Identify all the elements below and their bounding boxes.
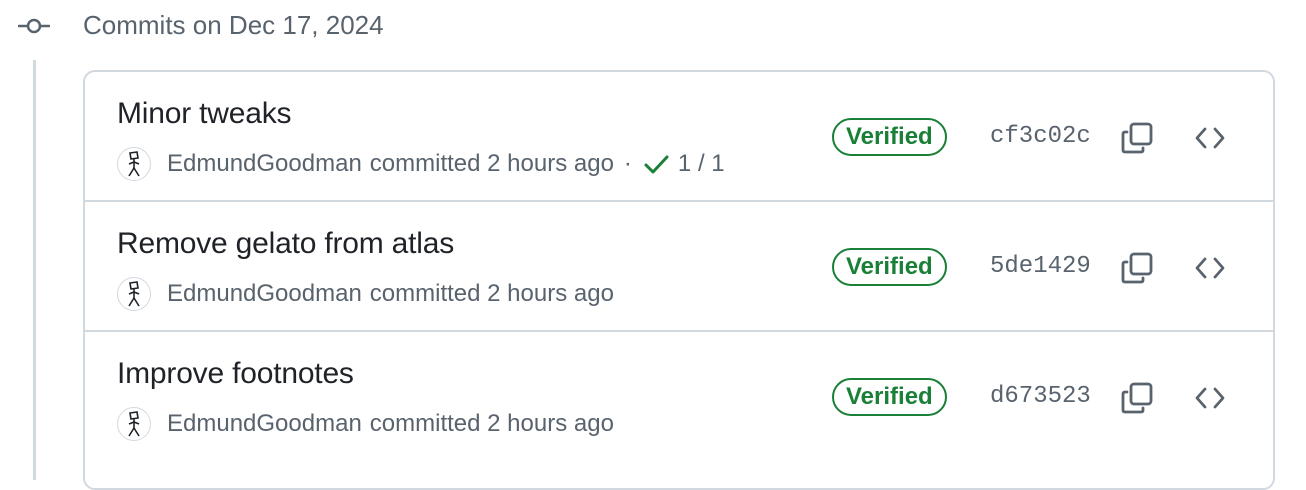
copy-icon (1121, 252, 1153, 284)
browse-repo-button[interactable] (1188, 376, 1232, 420)
copy-sha-button[interactable] (1115, 376, 1159, 420)
code-icon (1195, 127, 1225, 149)
code-icon (1195, 257, 1225, 279)
stick-figure-avatar-icon (128, 151, 140, 177)
copy-sha-button[interactable] (1115, 116, 1159, 160)
commit-row: Improve footnotes EdmundGoodman committe… (85, 332, 1273, 462)
avatar[interactable] (117, 147, 151, 181)
commit-meta: EdmundGoodman committed 2 hours ago · 1 … (117, 146, 725, 182)
commit-time: committed 2 hours ago (369, 410, 614, 437)
commit-list: Minor tweaks EdmundGoodman committed 2 h… (83, 70, 1275, 490)
commit-sha-link[interactable]: cf3c02c (990, 120, 1091, 154)
avatar[interactable] (117, 407, 151, 441)
meta-separator: · (623, 150, 632, 177)
commit-group-date: Commits on Dec 17, 2024 (83, 10, 384, 40)
commit-group-header: Commits on Dec 17, 2024 (0, 0, 1306, 52)
commit-title-link[interactable]: Remove gelato from atlas (117, 226, 454, 262)
commit-meta: EdmundGoodman committed 2 hours ago (117, 276, 614, 312)
commit-author-link[interactable]: EdmundGoodman (167, 410, 362, 438)
commit-author-link[interactable]: EdmundGoodman (167, 150, 362, 178)
commit-sha-link[interactable]: d673523 (990, 380, 1091, 414)
browse-repo-button[interactable] (1188, 116, 1232, 160)
checks-status[interactable]: 1 / 1 (678, 150, 725, 178)
verified-badge[interactable]: Verified (832, 378, 947, 416)
git-commit-icon (17, 14, 51, 38)
browse-repo-button[interactable] (1188, 246, 1232, 290)
commit-row: Remove gelato from atlas EdmundGoodman c… (85, 202, 1273, 332)
copy-icon (1121, 382, 1153, 414)
commit-row: Minor tweaks EdmundGoodman committed 2 h… (85, 72, 1273, 202)
commit-title-link[interactable]: Improve footnotes (117, 356, 354, 392)
commit-meta: EdmundGoodman committed 2 hours ago (117, 406, 614, 442)
commit-time: committed 2 hours ago (369, 150, 614, 177)
stick-figure-avatar-icon (128, 281, 140, 307)
timeline-line (33, 60, 36, 480)
commit-author-link[interactable]: EdmundGoodman (167, 280, 362, 308)
code-icon (1195, 387, 1225, 409)
verified-badge[interactable]: Verified (832, 248, 947, 286)
commit-title-link[interactable]: Minor tweaks (117, 96, 292, 132)
commit-time: committed 2 hours ago (369, 280, 614, 307)
check-icon[interactable] (642, 150, 670, 178)
copy-sha-button[interactable] (1115, 246, 1159, 290)
stick-figure-avatar-icon (128, 411, 140, 437)
commit-sha-link[interactable]: 5de1429 (990, 250, 1091, 284)
copy-icon (1121, 122, 1153, 154)
verified-badge[interactable]: Verified (832, 118, 947, 156)
avatar[interactable] (117, 277, 151, 311)
